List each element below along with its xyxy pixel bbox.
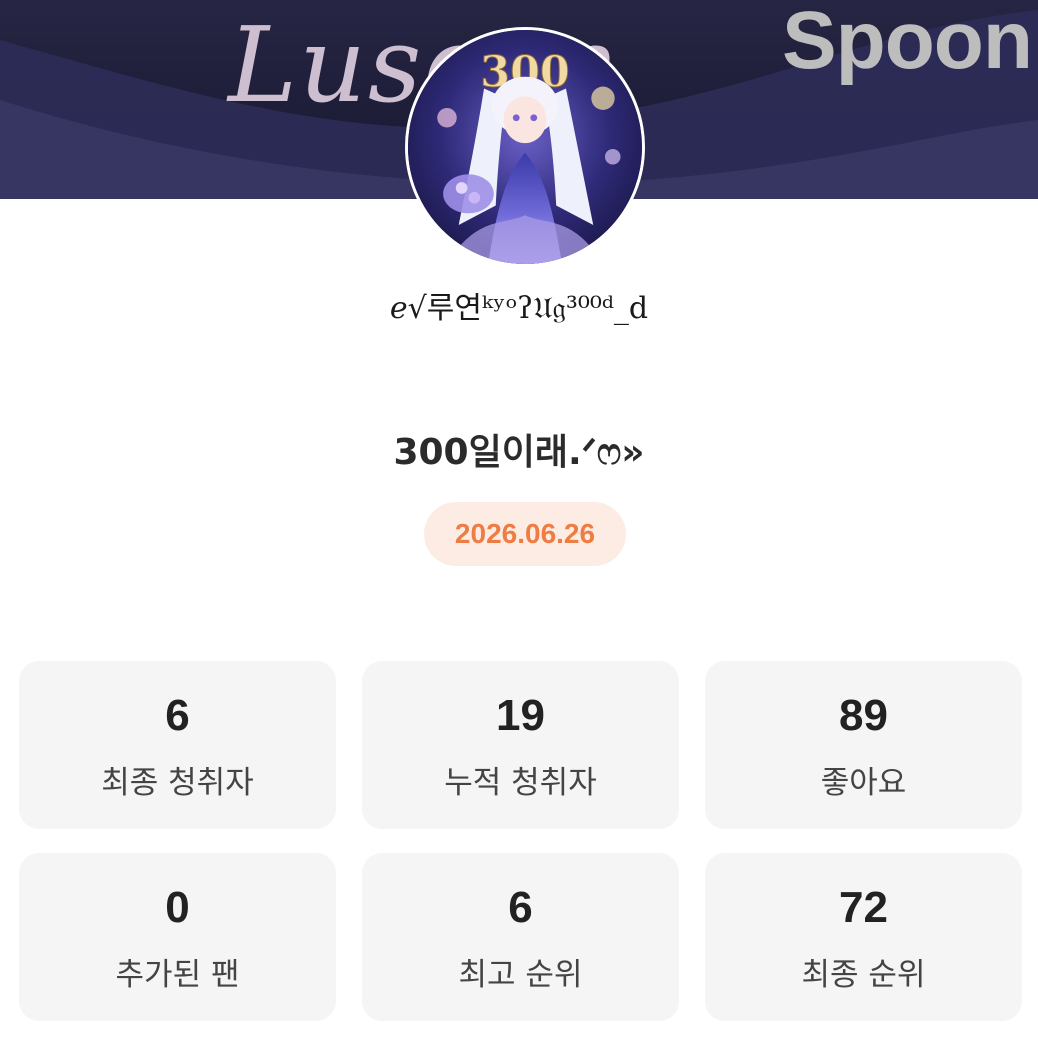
nickname: ℯ√루연ᵏʸᵒʔ𝔘𝔤³⁰⁰ᵈ_d — [389, 291, 649, 326]
stat-value: 72 — [839, 883, 888, 932]
stat-label: 좋아요 — [820, 765, 907, 801]
stat-card-total-listeners: 19 누적 청취자 — [362, 661, 679, 829]
avatar-illustration-icon: 300 — [408, 30, 642, 264]
stats-grid: 6 최종 청취자 19 누적 청취자 89 좋아요 0 추가된 팬 6 최고 순… — [19, 661, 1022, 1021]
stat-value: 6 — [165, 691, 190, 740]
stat-value: 19 — [496, 691, 545, 740]
stat-label: 최종 청취자 — [101, 765, 254, 801]
stat-label: 추가된 팬 — [115, 957, 240, 993]
broadcast-date: 2026.06.26 — [454, 518, 596, 549]
stat-card-final-rank: 72 최종 순위 — [705, 853, 1022, 1021]
stat-label: 누적 청취자 — [444, 765, 597, 801]
stat-card-likes: 89 좋아요 — [705, 661, 1022, 829]
stat-card-added-fans: 0 추가된 팬 — [19, 853, 336, 1021]
stat-card-highest-rank: 6 최고 순위 — [362, 853, 679, 1021]
stat-card-final-listeners: 6 최종 청취자 — [19, 661, 336, 829]
stat-value: 6 — [508, 883, 533, 932]
stat-value: 0 — [165, 883, 190, 932]
stat-label: 최고 순위 — [458, 957, 583, 993]
broadcast-date-badge: 2026.06.26 — [424, 502, 626, 566]
broadcast-title: 300일이래.ᐟෆ» — [393, 432, 645, 473]
stat-value: 89 — [839, 691, 888, 740]
spoon-logo: Spoon — [781, 0, 1033, 86]
avatar[interactable]: 300 — [405, 27, 645, 267]
stat-label: 최종 순위 — [801, 957, 926, 993]
